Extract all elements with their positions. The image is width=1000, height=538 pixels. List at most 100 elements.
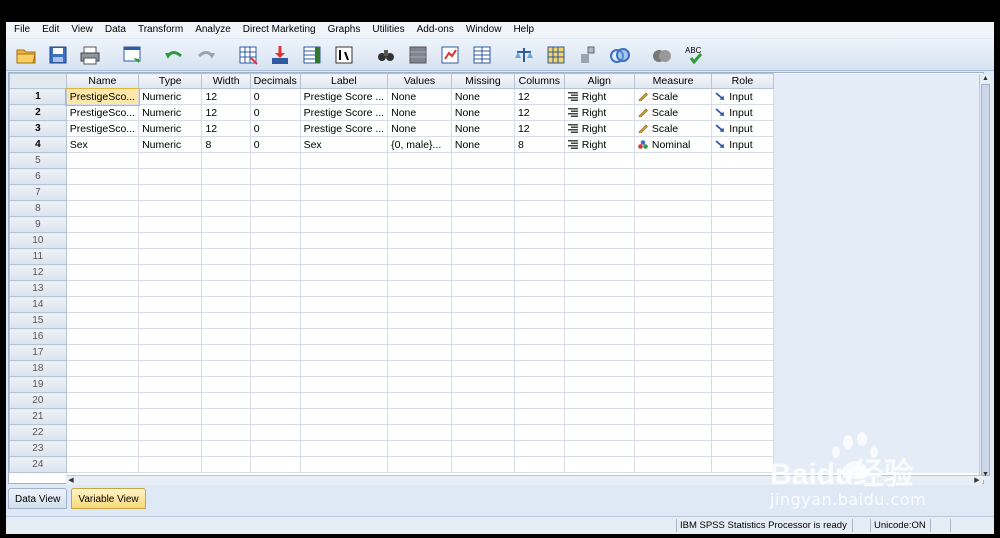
goto-case-icon[interactable]: [234, 42, 262, 68]
cell-columns[interactable]: [513, 248, 565, 265]
cell-width[interactable]: [201, 152, 251, 169]
cell-decimals[interactable]: [249, 168, 301, 185]
cell-measure[interactable]: [633, 296, 713, 313]
cell-role[interactable]: [711, 440, 774, 457]
cell-columns[interactable]: [513, 184, 565, 201]
cell-measure[interactable]: [633, 152, 713, 169]
cell-missing[interactable]: [450, 376, 515, 393]
cell-name[interactable]: [65, 408, 140, 425]
cell-label[interactable]: [299, 280, 389, 297]
cell-measure[interactable]: [633, 424, 713, 441]
cell-columns[interactable]: 12: [513, 104, 565, 121]
cell-missing[interactable]: [450, 408, 515, 425]
cell-decimals[interactable]: [249, 376, 301, 393]
cell-missing[interactable]: [450, 344, 515, 361]
cell-values[interactable]: None: [387, 120, 452, 137]
cell-type[interactable]: [138, 232, 203, 249]
cell-align[interactable]: Right: [563, 88, 635, 105]
cell-label[interactable]: [299, 168, 389, 185]
cell-type[interactable]: [138, 456, 203, 473]
cell-align[interactable]: [563, 184, 635, 201]
cell-decimals[interactable]: 0: [249, 88, 301, 105]
cell-label[interactable]: [299, 392, 389, 409]
cell-missing[interactable]: [450, 424, 515, 441]
cell-decimals[interactable]: [249, 328, 301, 345]
cell-columns[interactable]: [513, 200, 565, 217]
cell-align[interactable]: [563, 328, 635, 345]
menu-file[interactable]: File: [10, 22, 38, 38]
cell-type[interactable]: [138, 296, 203, 313]
cell-missing[interactable]: None: [450, 136, 515, 153]
cell-align[interactable]: [563, 264, 635, 281]
cell-width[interactable]: [201, 376, 251, 393]
row-header[interactable]: 18: [9, 360, 67, 377]
cell-name[interactable]: [65, 440, 140, 457]
cell-width[interactable]: 8: [201, 136, 251, 153]
cell-columns[interactable]: [513, 312, 565, 329]
cell-columns[interactable]: [513, 280, 565, 297]
cell-columns[interactable]: [513, 328, 565, 345]
cell-missing[interactable]: [450, 216, 515, 233]
cell-align[interactable]: [563, 200, 635, 217]
cell-align[interactable]: [563, 152, 635, 169]
cell-missing[interactable]: [450, 200, 515, 217]
column-header-width[interactable]: Width: [201, 73, 251, 89]
cell-missing[interactable]: None: [450, 120, 515, 137]
cell-width[interactable]: [201, 408, 251, 425]
cell-missing[interactable]: [450, 280, 515, 297]
cell-role[interactable]: [711, 184, 774, 201]
insert-variable-icon[interactable]: [436, 42, 464, 68]
cell-label[interactable]: [299, 200, 389, 217]
row-header[interactable]: 17: [9, 344, 67, 361]
cell-columns[interactable]: [513, 344, 565, 361]
cell-label[interactable]: [299, 456, 389, 473]
cell-values[interactable]: [387, 264, 452, 281]
goto-variable-icon[interactable]: [266, 42, 294, 68]
scroll-right-arrow-icon[interactable]: ▶: [972, 476, 982, 486]
cell-name[interactable]: [65, 184, 140, 201]
cell-name[interactable]: PrestigeSco...: [65, 104, 140, 121]
column-header-align[interactable]: Align: [563, 73, 635, 89]
cell-width[interactable]: [201, 200, 251, 217]
cell-columns[interactable]: [513, 360, 565, 377]
cell-type[interactable]: [138, 264, 203, 281]
cell-missing[interactable]: [450, 296, 515, 313]
cell-name[interactable]: [65, 312, 140, 329]
cell-values[interactable]: [387, 424, 452, 441]
cell-columns[interactable]: [513, 424, 565, 441]
cell-width[interactable]: [201, 344, 251, 361]
cell-columns[interactable]: [513, 456, 565, 473]
cell-type[interactable]: [138, 360, 203, 377]
cell-measure[interactable]: Scale: [633, 88, 713, 105]
menu-utilities[interactable]: Utilities: [368, 22, 412, 38]
cell-decimals[interactable]: [249, 232, 301, 249]
cell-align[interactable]: [563, 456, 635, 473]
cell-measure[interactable]: [633, 248, 713, 265]
cell-role[interactable]: [711, 344, 774, 361]
column-header-decimals[interactable]: Decimals: [249, 73, 301, 89]
cell-role[interactable]: Input: [711, 88, 774, 105]
cell-type[interactable]: [138, 248, 203, 265]
cell-width[interactable]: [201, 424, 251, 441]
redo-icon[interactable]: [192, 42, 220, 68]
cell-name[interactable]: [65, 200, 140, 217]
cell-type[interactable]: [138, 392, 203, 409]
cell-measure[interactable]: [633, 392, 713, 409]
cell-measure[interactable]: Scale: [633, 120, 713, 137]
cell-width[interactable]: [201, 312, 251, 329]
select-cases-icon[interactable]: [542, 42, 570, 68]
cell-measure[interactable]: [633, 344, 713, 361]
cell-columns[interactable]: [513, 168, 565, 185]
cell-role[interactable]: [711, 232, 774, 249]
cell-measure[interactable]: [633, 376, 713, 393]
row-header[interactable]: 21: [9, 408, 67, 425]
cell-role[interactable]: Input: [711, 104, 774, 121]
cell-name[interactable]: [65, 392, 140, 409]
scroll-left-arrow-icon[interactable]: ◀: [66, 476, 76, 486]
cell-width[interactable]: [201, 232, 251, 249]
cell-width[interactable]: [201, 248, 251, 265]
cell-measure[interactable]: [633, 184, 713, 201]
cell-measure[interactable]: Scale: [633, 104, 713, 121]
cell-label[interactable]: Prestige Score ...: [299, 120, 389, 137]
cell-decimals[interactable]: [249, 280, 301, 297]
